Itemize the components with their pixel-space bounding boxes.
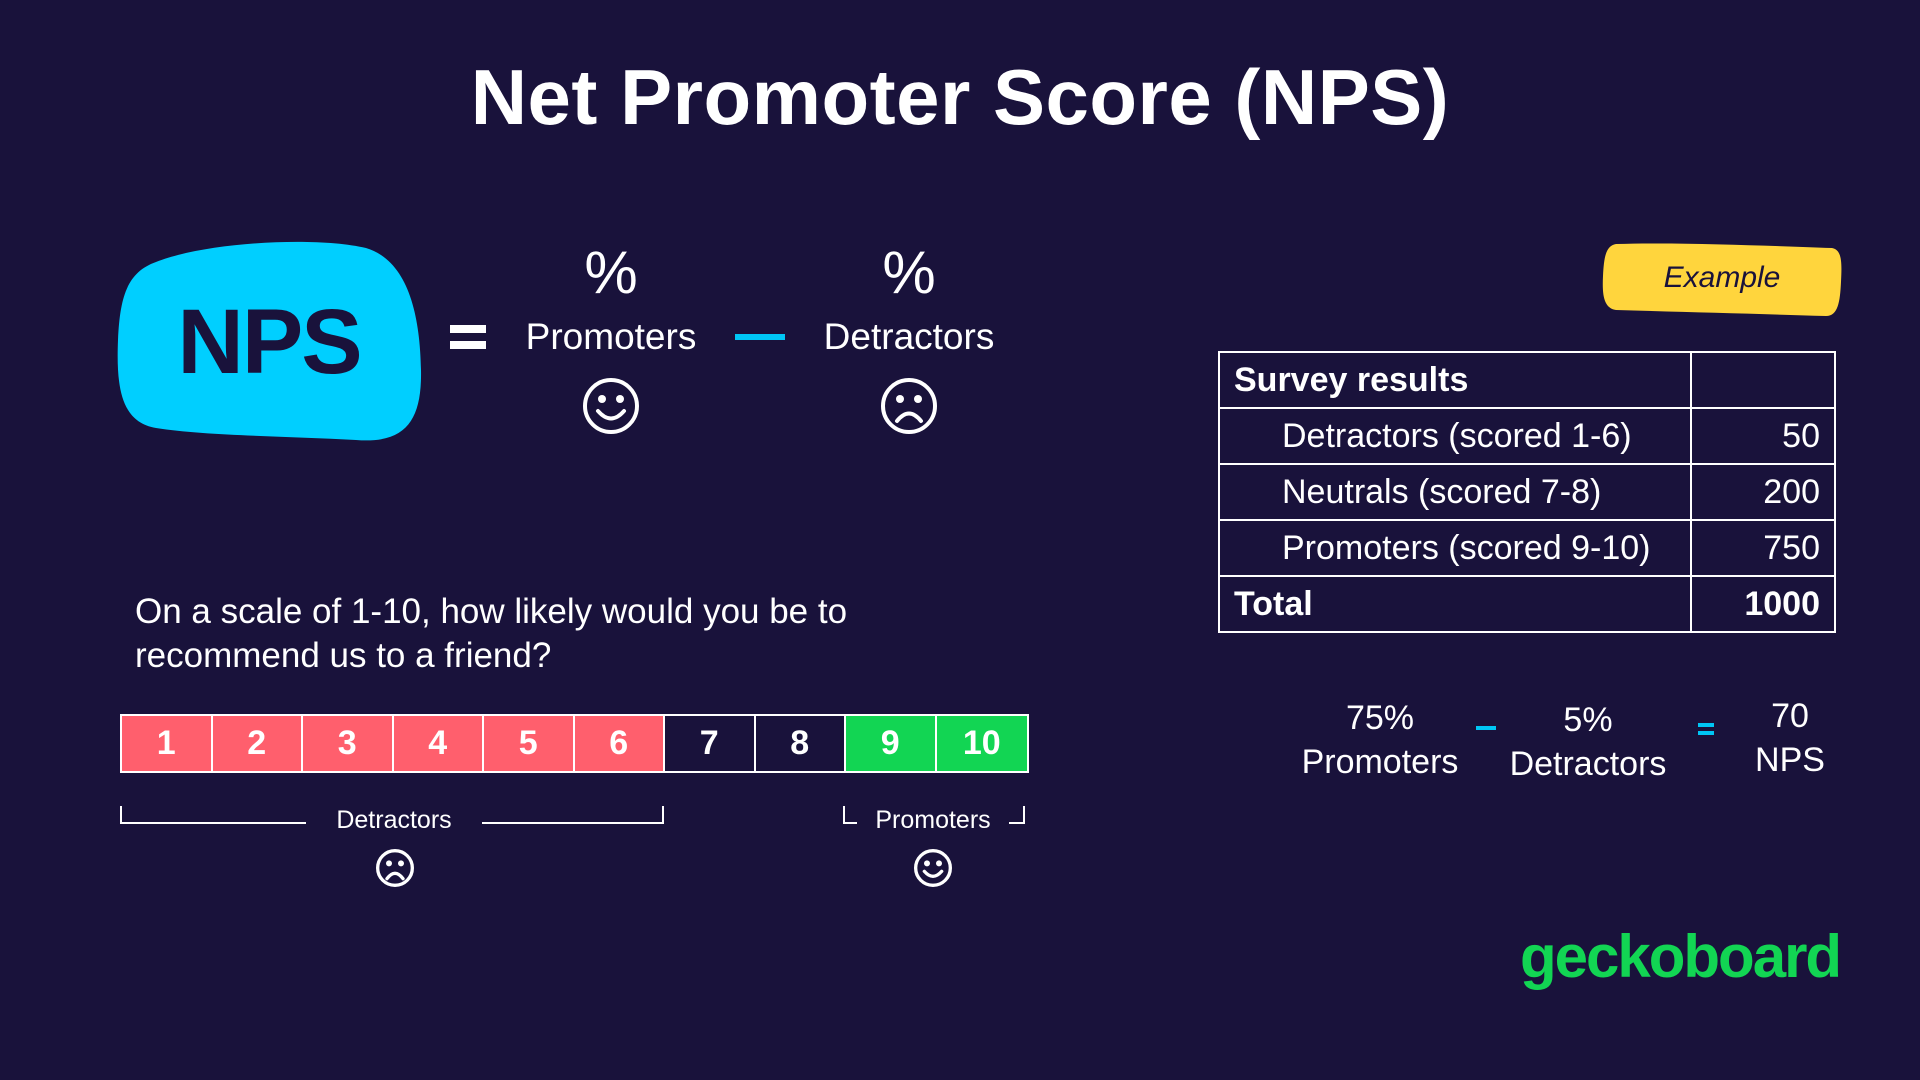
table-header-row: Survey results (1218, 351, 1836, 409)
score-box-10: 10 (936, 716, 1027, 771)
detractors-bracket-right-tick (662, 806, 664, 822)
row-value-neutrals: 200 (1690, 463, 1836, 521)
minus-icon (1476, 726, 1496, 730)
score-box-1: 1 (122, 716, 213, 771)
score-box-5: 5 (484, 716, 575, 771)
promoters-label: Promoters (525, 316, 697, 357)
smiley-sad-icon (881, 378, 937, 434)
smiley-sad-icon (376, 849, 414, 887)
total-value: 1000 (1690, 575, 1836, 633)
minus-icon (735, 334, 785, 340)
example-badge-label: Example (1663, 261, 1781, 294)
score-box-7: 7 (665, 716, 756, 771)
table-row: Detractors (scored 1-6) 50 (1218, 407, 1836, 465)
score-box-9: 9 (846, 716, 937, 771)
calc-result: 70 NPS (1730, 694, 1850, 782)
score-box-6: 6 (574, 716, 665, 771)
score-box-8: 8 (755, 716, 846, 771)
table-row: Neutrals (scored 7-8) 200 (1218, 463, 1836, 521)
detractors-bracket-line-right (482, 822, 664, 824)
detractors-bracket-line-left (120, 822, 306, 824)
table-header-value-cell (1690, 351, 1836, 409)
calc-promoters: 75% Promoters (1290, 696, 1470, 784)
question-line-1: On a scale of 1-10, how likely would you… (135, 592, 848, 631)
survey-results-table: Survey results Detractors (scored 1-6) 5… (1218, 351, 1836, 633)
total-label: Total (1218, 575, 1692, 633)
row-label-neutrals: Neutrals (scored 7-8) (1218, 463, 1692, 521)
nps-label: NPS (177, 290, 362, 393)
table-row: Promoters (scored 9-10) 750 (1218, 519, 1836, 577)
row-value-promoters: 750 (1690, 519, 1836, 577)
promoters-bracket-line-left (843, 822, 857, 824)
promoters-bracket-left-tick (843, 806, 845, 822)
detractors-percent-symbol: % (882, 239, 936, 306)
calc-promoters-pct: 75% (1345, 699, 1415, 737)
equals-icon (450, 325, 486, 351)
calc-detractors-label: Detractors (1509, 745, 1667, 783)
row-label-promoters: Promoters (scored 9-10) (1218, 519, 1692, 577)
smiley-happy-icon (914, 849, 952, 887)
promoters-bracket-right-tick (1023, 806, 1025, 822)
score-box-2: 2 (212, 716, 303, 771)
table-total-row: Total 1000 (1218, 575, 1836, 633)
table-header-cell: Survey results (1218, 351, 1692, 409)
detractors-label: Detractors (823, 316, 995, 357)
question-line-2: recommend us to a friend? (135, 636, 552, 675)
score-box-3: 3 (303, 716, 394, 771)
calc-result-value: 70 (1771, 697, 1809, 735)
promoters-percent-symbol: % (584, 239, 638, 306)
detractors-bracket-left-tick (120, 806, 122, 822)
calc-detractors-pct: 5% (1563, 701, 1613, 739)
page-title: Net Promoter Score (NPS) (470, 53, 1450, 141)
score-scale: 1 2 3 4 5 6 7 8 9 10 (120, 714, 1029, 773)
detractors-bracket-label: Detractors (336, 806, 452, 834)
survey-question: On a scale of 1-10, how likely would you… (135, 590, 895, 678)
smiley-happy-icon (583, 378, 639, 434)
calc-detractors: 5% Detractors (1498, 698, 1678, 786)
row-label-detractors: Detractors (scored 1-6) (1218, 407, 1692, 465)
row-value-detractors: 50 (1690, 407, 1836, 465)
promoters-bracket-label: Promoters (875, 806, 991, 834)
equals-icon (1698, 723, 1714, 735)
calc-promoters-label: Promoters (1301, 743, 1459, 781)
promoters-bracket-line-right (1009, 822, 1025, 824)
calc-result-label: NPS (1755, 741, 1825, 779)
geckoboard-logo: geckoboard (1520, 923, 1842, 990)
score-box-4: 4 (393, 716, 484, 771)
